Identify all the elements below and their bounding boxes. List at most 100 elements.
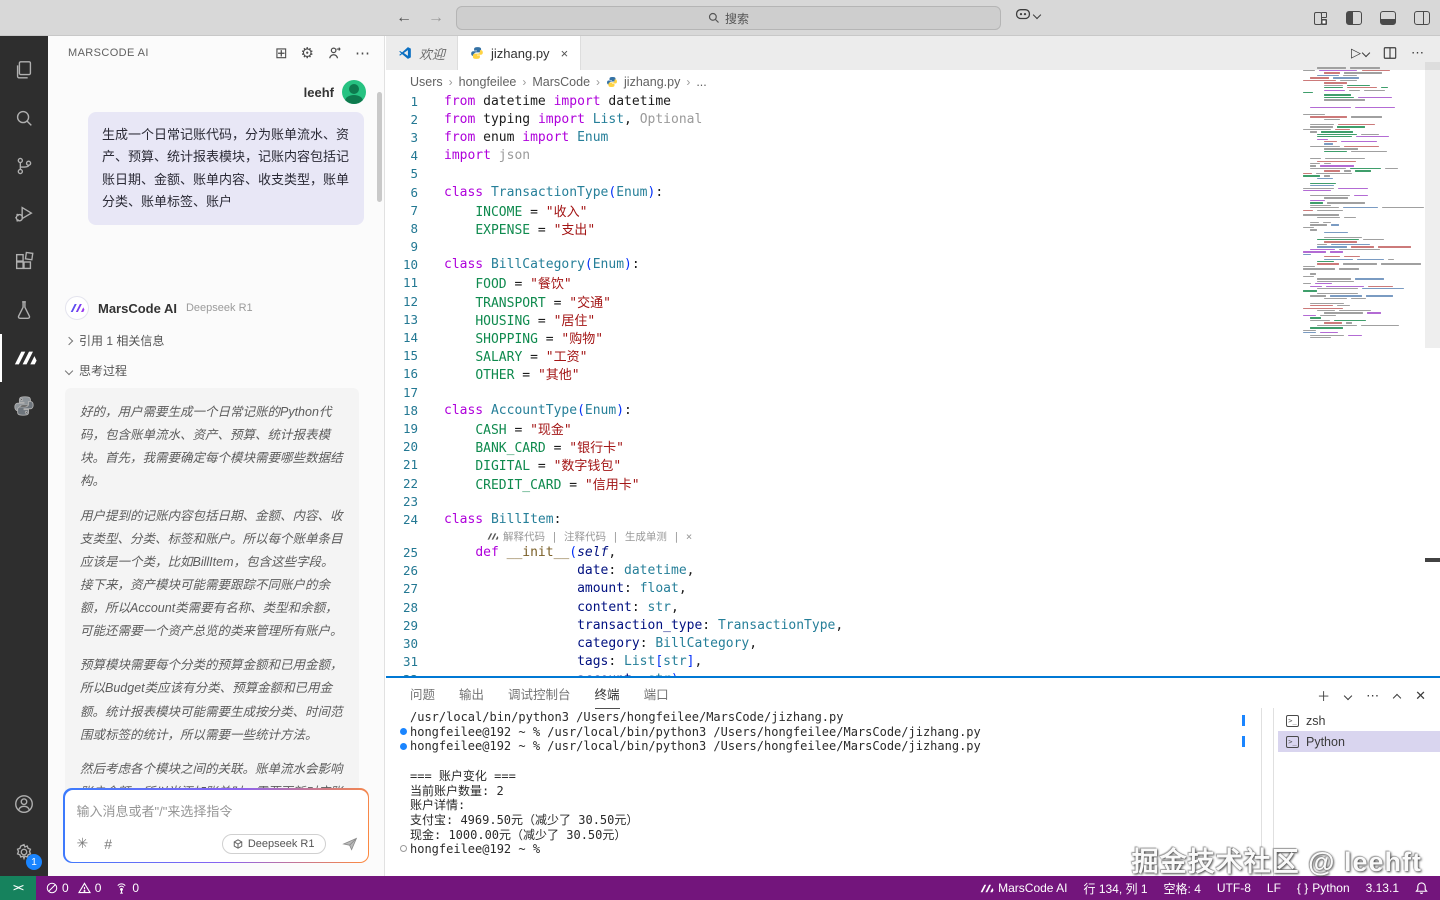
editor-more-actions-icon[interactable]: ⋯	[1411, 45, 1424, 61]
code-line: 2from typing import List, Optional	[386, 110, 1440, 128]
ports-status[interactable]: 0	[115, 881, 139, 895]
new-chat-icon[interactable]: ⊞	[275, 44, 288, 62]
extensions-icon[interactable]	[0, 238, 48, 286]
terminal-icon: >_	[1286, 736, 1299, 748]
tab-welcome[interactable]: 欢迎	[386, 36, 458, 70]
language-mode[interactable]: { } Python	[1297, 881, 1350, 895]
testing-icon[interactable]	[0, 286, 48, 334]
eol[interactable]: LF	[1267, 881, 1281, 895]
nav-back-icon[interactable]: ←	[396, 9, 412, 27]
toggle-panel-icon[interactable]	[1380, 11, 1396, 25]
accounts-icon[interactable]	[0, 780, 48, 828]
chat-settings-icon[interactable]: ⚙	[301, 44, 314, 62]
code-line: 23	[386, 492, 1440, 510]
encoding[interactable]: UTF-8	[1217, 881, 1251, 895]
notifications-bell-icon[interactable]	[1415, 881, 1428, 895]
code-line: 7 INCOME = "收入"	[386, 201, 1440, 219]
sidebar-scrollbar[interactable]	[377, 92, 382, 202]
reference-toggle[interactable]: 引用 1 相关信息	[66, 332, 164, 349]
panel-tab-调试控制台[interactable]: 调试控制台	[508, 684, 571, 709]
editor-group: 欢迎 jizhang.py × ▷ ⋯ Users› hongfeilee› M…	[386, 36, 1440, 676]
chat-input[interactable]: 输入消息或者"/"来选择指令 ✳ # Deepseek R1	[65, 790, 368, 862]
terminal-line: 支付宝: 4969.50元（减少了 30.50元）	[396, 812, 1260, 827]
terminal-output[interactable]: /usr/local/bin/python3 /Users/hongfeilee…	[396, 710, 1260, 872]
settings-gear-icon[interactable]: 1	[0, 828, 48, 876]
more-actions-icon[interactable]: ⋯	[355, 44, 370, 62]
cursor-position[interactable]: 行 134, 列 1	[1084, 880, 1148, 897]
code-line: 3from enum import Enum	[386, 128, 1440, 146]
tab-close-icon[interactable]: ×	[561, 46, 569, 61]
panel-tab-端口[interactable]: 端口	[644, 684, 669, 709]
code-line: 28 content: str,	[386, 598, 1440, 616]
panel-tab-输出[interactable]: 输出	[459, 684, 484, 709]
profile-icon[interactable]	[327, 46, 342, 60]
send-icon[interactable]	[342, 836, 358, 852]
scrollbar-cursor-marker	[1425, 558, 1440, 562]
split-editor-icon[interactable]	[1383, 46, 1397, 60]
python-extension-icon[interactable]	[0, 382, 48, 430]
code-line: 22 CREDIT_CARD = "信用卡"	[386, 474, 1440, 492]
copilot-button[interactable]	[1015, 8, 1040, 21]
title-bar: ← → 搜索	[0, 0, 1440, 36]
user-name: leehf	[304, 85, 334, 100]
indentation[interactable]: 空格: 4	[1164, 880, 1201, 897]
breadcrumb[interactable]: Users› hongfeilee› MarsCode› jizhang.py›…	[386, 70, 1440, 94]
maximize-panel-icon[interactable]	[1393, 693, 1401, 701]
tab-jizhang-py[interactable]: jizhang.py ×	[458, 36, 581, 70]
code-line: 11 FOOD = "餐饮"	[386, 274, 1440, 292]
terminal-list-item-Python[interactable]: >_Python	[1278, 731, 1440, 752]
problems-status[interactable]: 0 0	[46, 881, 101, 895]
toggle-sidebar-icon[interactable]	[1346, 11, 1362, 25]
code-editor[interactable]: 1from datetime import datetime2from typi…	[386, 92, 1440, 676]
customize-layout-icon[interactable]	[1314, 11, 1328, 25]
explorer-icon[interactable]	[0, 46, 48, 94]
run-python-button[interactable]: ▷	[1351, 45, 1369, 61]
thinking-toggle[interactable]: 思考过程	[66, 362, 127, 379]
python-file-icon	[606, 76, 618, 88]
command-center-search[interactable]: 搜索	[456, 6, 1001, 30]
chevron-down-icon	[1033, 10, 1041, 18]
toggle-secondary-sidebar-icon[interactable]	[1414, 11, 1430, 25]
terminal-dropdown-icon[interactable]	[1344, 691, 1352, 699]
close-panel-icon[interactable]: ✕	[1415, 688, 1426, 704]
commands-icon[interactable]: ✳	[77, 835, 89, 852]
chat-input-container: 输入消息或者"/"来选择指令 ✳ # Deepseek R1	[63, 788, 369, 863]
panel-tab-终端[interactable]: 终端	[595, 684, 620, 709]
python-version[interactable]: 3.13.1	[1366, 881, 1399, 895]
terminal-list-item-zsh[interactable]: >_zsh	[1278, 710, 1440, 731]
code-line: 20 BANK_CARD = "银行卡"	[386, 438, 1440, 456]
terminal-line: /usr/local/bin/python3 /Users/hongfeilee…	[396, 710, 1260, 725]
source-control-icon[interactable]	[0, 142, 48, 190]
terminal-line: hongfeilee@192 ~ % /usr/local/bin/python…	[396, 739, 1260, 754]
code-line: 19 CASH = "现金"	[386, 419, 1440, 437]
code-line: 13 HOUSING = "居住"	[386, 310, 1440, 328]
panel-tab-问题[interactable]: 问题	[410, 684, 435, 709]
marscode-avatar	[65, 296, 89, 320]
watermark: 掘金技术社区 @ leehft	[1132, 840, 1422, 879]
marscode-status[interactable]: MarsCode AI	[979, 881, 1067, 895]
code-line: 24class BillItem:	[386, 510, 1440, 528]
run-debug-icon[interactable]	[0, 190, 48, 238]
code-line: 5	[386, 165, 1440, 183]
user-avatar[interactable]	[342, 80, 366, 104]
nav-forward-icon[interactable]: →	[428, 9, 444, 27]
code-line: 16 OTHER = "其他"	[386, 365, 1440, 383]
thinking-content: 好的，用户需要生成一个日常记账的Python代码，包含账单流水、资产、预算、统计…	[65, 388, 359, 806]
new-terminal-icon[interactable]: ＋	[1317, 686, 1330, 705]
code-line: 27 amount: float,	[386, 580, 1440, 598]
panel-more-icon[interactable]: ⋯	[1366, 688, 1379, 704]
code-line: 14 SHOPPING = "购物"	[386, 328, 1440, 346]
remote-indicator[interactable]: ><	[0, 876, 36, 900]
code-line: 25 def __init__(self,	[386, 544, 1440, 562]
search-view-icon[interactable]	[0, 94, 48, 142]
editor-scrollbar[interactable]	[1425, 36, 1440, 676]
model-selector[interactable]: Deepseek R1	[222, 834, 326, 854]
activity-bar: 1	[0, 36, 48, 876]
marscode-icon[interactable]	[0, 334, 48, 382]
assistant-name: MarsCode AI	[98, 301, 177, 316]
context-hash-icon[interactable]: #	[104, 836, 112, 852]
marscode-codelens[interactable]: 解释代码 | 注释代码 | 生成单测 | ×	[386, 529, 1440, 544]
minimap[interactable]	[1303, 65, 1425, 345]
assistant-model: Deepseek R1	[186, 302, 253, 314]
terminal-line: 账户详情:	[396, 798, 1260, 813]
